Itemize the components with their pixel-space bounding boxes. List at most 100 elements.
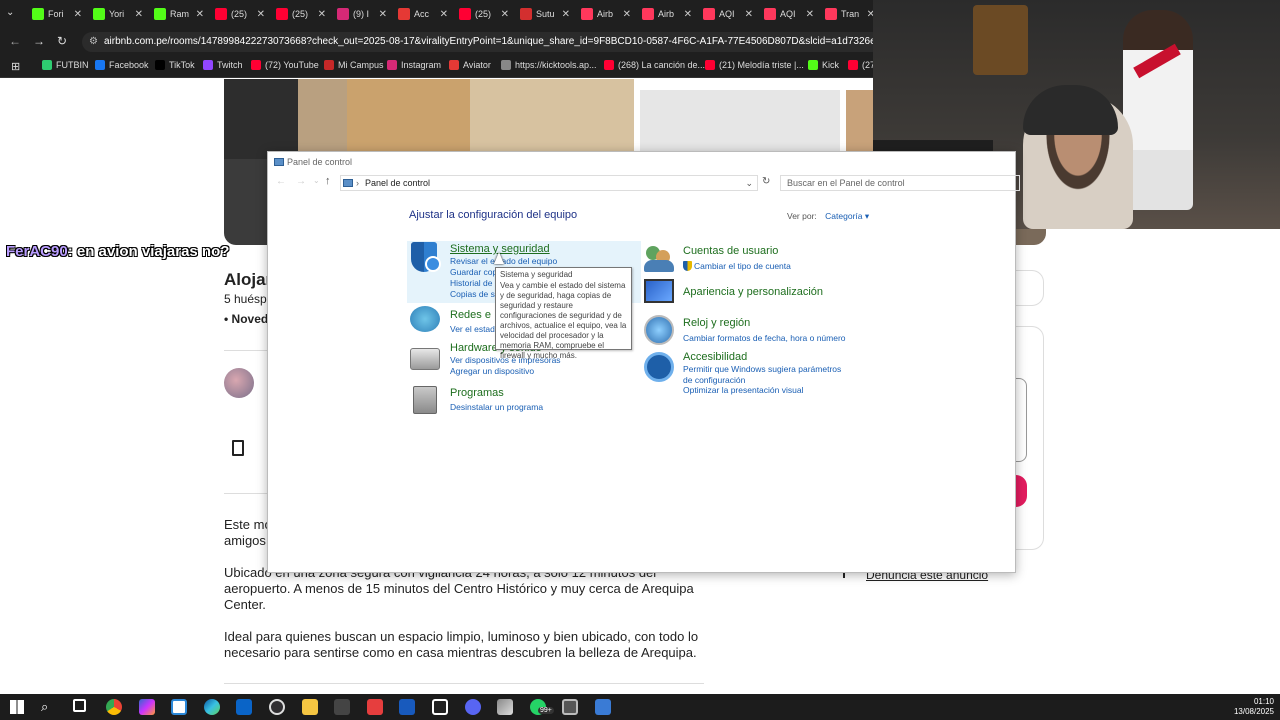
accessibility-icon[interactable] (644, 352, 676, 384)
close-icon[interactable]: ✕ (562, 9, 570, 20)
app-icon[interactable] (432, 699, 448, 715)
appearance-icon[interactable] (644, 279, 676, 311)
browser-tab[interactable]: (25) ✕ (455, 3, 513, 25)
category-appearance[interactable]: Apariencia y personalización (683, 286, 823, 298)
control-panel-taskbar-icon[interactable] (595, 699, 611, 715)
listing-photo-2[interactable] (640, 90, 840, 160)
link-network-status[interactable]: Ver el estado (450, 324, 500, 335)
booking-input-fragment[interactable] (1016, 378, 1027, 462)
close-icon[interactable]: ✕ (806, 9, 814, 20)
link-file-history[interactable]: Historial de a (450, 278, 500, 289)
browser-tab[interactable]: (25) ✕ (272, 3, 330, 25)
close-icon[interactable]: ✕ (440, 9, 448, 20)
task-view-icon[interactable] (73, 699, 86, 712)
tab-list-dropdown-icon[interactable]: ⌄ (6, 7, 14, 18)
close-icon[interactable]: ✕ (135, 9, 143, 20)
shield-icon[interactable] (411, 242, 443, 274)
system-clock[interactable]: 01:10 13/08/2025 (1234, 697, 1274, 717)
bookmark-item[interactable]: https://kicktools.ap... (501, 60, 597, 70)
browser-tab[interactable]: Sutu ✕ (516, 3, 574, 25)
programs-icon[interactable] (413, 386, 445, 418)
browser-tab[interactable]: Airb ✕ (577, 3, 635, 25)
obs-icon[interactable] (269, 699, 285, 715)
start-icon[interactable] (10, 700, 24, 714)
close-icon[interactable]: ✕ (257, 9, 265, 20)
reload-icon[interactable]: ↻ (57, 34, 67, 48)
bookmark-item[interactable]: (27 (848, 60, 875, 70)
browser-tab[interactable]: Acc ✕ (394, 3, 452, 25)
browser-tab[interactable]: Ram ✕ (150, 3, 208, 25)
apps-icon[interactable]: ⊞ (11, 60, 20, 73)
link-backup[interactable]: Copias de se (450, 289, 500, 300)
discord-icon[interactable] (465, 699, 481, 715)
user-accounts-icon[interactable] (644, 244, 676, 276)
bookmark-item[interactable]: Aviator (449, 60, 491, 70)
recent-locations-icon[interactable]: ⌄ (313, 176, 320, 185)
file-explorer-icon[interactable] (302, 699, 318, 715)
view-by-select[interactable]: Categoría ▾ (825, 211, 869, 221)
browser-tab[interactable]: Fori ✕ (28, 3, 86, 25)
link-change-account-type[interactable]: Cambiar el tipo de cuenta (694, 261, 791, 272)
category-clock-region[interactable]: Reloj y región (683, 317, 750, 329)
printer-icon[interactable] (410, 342, 442, 374)
network-icon[interactable] (410, 306, 442, 338)
browser-tab[interactable]: (9) I ✕ (333, 3, 391, 25)
browser-tab[interactable]: AQI ✕ (699, 3, 757, 25)
link-optimize-display[interactable]: Optimizar la presentación visual (683, 385, 803, 396)
url-input[interactable]: ⚙ airbnb.com.pe/rooms/147899842227307366… (82, 32, 882, 52)
close-icon[interactable]: ✕ (745, 9, 753, 20)
chevron-down-icon[interactable]: ⌄ (745, 176, 753, 190)
chrome-icon[interactable] (106, 699, 122, 715)
word-icon[interactable] (399, 699, 415, 715)
close-icon[interactable]: ✕ (684, 9, 692, 20)
up-icon[interactable]: ↑ (325, 175, 331, 187)
refresh-icon[interactable]: ↻ (762, 176, 770, 187)
bookmark-item[interactable]: Kick (808, 60, 839, 70)
category-accessibility[interactable]: Accesibilidad (683, 351, 747, 363)
browser-tab[interactable]: AQI ✕ (760, 3, 818, 25)
back-icon[interactable]: ← (9, 34, 21, 48)
forward-icon[interactable]: → (33, 34, 45, 48)
copilot-icon[interactable] (139, 699, 155, 715)
close-icon[interactable]: ✕ (623, 9, 631, 20)
close-icon[interactable]: ✕ (318, 9, 326, 20)
close-icon[interactable]: ✕ (501, 9, 509, 20)
bookmark-item[interactable]: Mi Campus (324, 60, 384, 70)
close-icon[interactable]: ✕ (379, 9, 387, 20)
category-user-accounts[interactable]: Cuentas de usuario (683, 245, 778, 257)
address-field[interactable]: › Panel de control ⌄ (340, 175, 758, 191)
bookmark-item[interactable]: FUTBIN (42, 60, 89, 70)
link-uninstall-program[interactable]: Desinstalar un programa (450, 402, 543, 413)
bookmark-item[interactable]: (72) YouTube (251, 60, 319, 70)
anydesk-icon[interactable] (367, 699, 383, 715)
edge-icon[interactable] (204, 699, 220, 715)
site-info-icon[interactable]: ⚙ (89, 32, 98, 52)
search-icon[interactable]: ⌕ (41, 699, 48, 715)
store-icon[interactable] (171, 699, 187, 715)
window-title-bar[interactable]: Panel de control (268, 152, 1015, 172)
bookmark-item[interactable]: Instagram (387, 60, 441, 70)
forward-icon[interactable]: → (296, 176, 306, 187)
bookmark-item[interactable]: TikTok (155, 60, 195, 70)
listing-photo-3[interactable] (846, 90, 876, 160)
bookmark-item[interactable]: Facebook (95, 60, 149, 70)
back-icon[interactable]: ← (276, 176, 286, 187)
calculator-icon[interactable] (562, 699, 578, 715)
close-icon[interactable]: ✕ (74, 9, 82, 20)
close-icon[interactable]: ✕ (196, 9, 204, 20)
app-icon[interactable] (334, 699, 350, 715)
host-avatar[interactable] (224, 368, 254, 398)
outlook-icon[interactable] (236, 699, 252, 715)
link-add-device[interactable]: Agregar un dispositivo (450, 366, 534, 377)
app-icon[interactable] (497, 699, 513, 715)
search-input[interactable]: Buscar en el Panel de control (780, 175, 1020, 191)
browser-tab[interactable]: Airb ✕ (638, 3, 696, 25)
listing-photo-main[interactable] (224, 79, 634, 159)
bookmark-item[interactable]: (21) Melodía triste |... (705, 60, 804, 70)
browser-tab[interactable]: Tran ✕ (821, 3, 879, 25)
browser-tab[interactable]: Yori ✕ (89, 3, 147, 25)
bookmark-item[interactable]: Twitch (203, 60, 243, 70)
clock-region-icon[interactable] (644, 315, 676, 347)
bookmark-item[interactable]: (268) La canción de... (604, 60, 705, 70)
link-windows-suggest[interactable]: Permitir que Windows sugiera parámetros … (683, 364, 853, 386)
